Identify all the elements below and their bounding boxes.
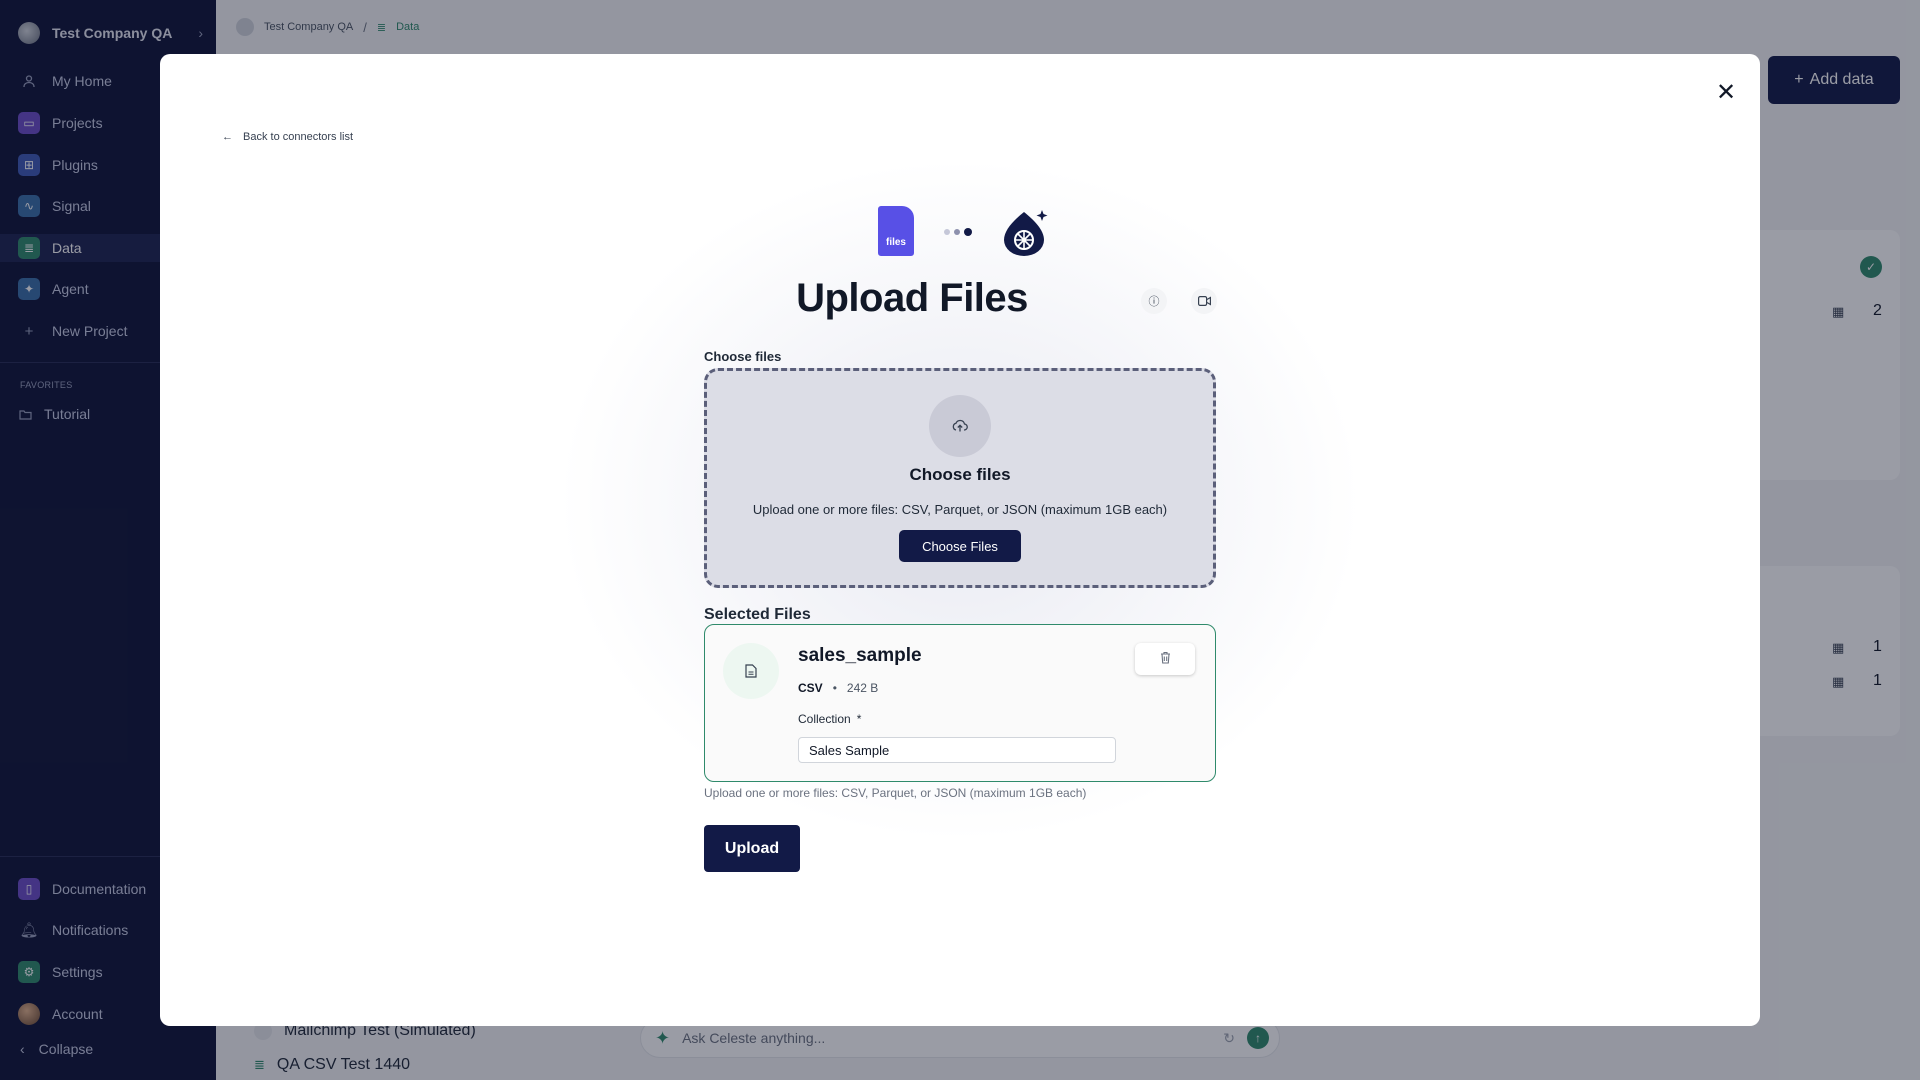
file-type: CSV xyxy=(798,681,823,695)
file-meta: CSV • 242 B xyxy=(798,681,878,695)
close-icon[interactable]: ✕ xyxy=(1708,74,1744,110)
file-size: 242 B xyxy=(846,681,879,695)
delete-file-button[interactable] xyxy=(1135,643,1195,675)
choose-files-button[interactable]: Choose Files xyxy=(899,530,1021,562)
arrow-left-icon: ← xyxy=(222,131,233,143)
connection-dots xyxy=(944,228,972,236)
file-icon xyxy=(723,643,779,699)
collection-input[interactable] xyxy=(798,737,1116,763)
collection-label: Collection * xyxy=(798,712,861,726)
dot xyxy=(944,229,950,235)
file-name: sales_sample xyxy=(798,645,922,666)
back-to-connectors-link[interactable]: ← Back to connectors list xyxy=(222,131,353,143)
dot xyxy=(954,229,960,235)
page-title: Upload Files xyxy=(796,276,1028,320)
trash-icon xyxy=(1160,651,1171,667)
helper-text: Upload one or more files: CSV, Parquet, … xyxy=(704,786,1087,800)
files-icon: files xyxy=(878,206,914,256)
meta-separator: • xyxy=(832,681,837,695)
required-mark: * xyxy=(856,712,862,726)
dot xyxy=(964,228,972,236)
upload-button[interactable]: Upload xyxy=(704,825,800,872)
info-icon[interactable]: ⓘ xyxy=(1141,288,1167,314)
cloud-upload-icon xyxy=(929,395,991,457)
choose-files-label: Choose files xyxy=(704,349,782,364)
video-icon[interactable] xyxy=(1191,288,1217,314)
back-link-label: Back to connectors list xyxy=(243,131,354,143)
dropzone-description: Upload one or more files: CSV, Parquet, … xyxy=(752,502,1168,517)
dropzone-title: Choose files xyxy=(909,465,1011,484)
selected-files-heading: Selected Files xyxy=(704,606,811,623)
collection-label-text: Collection xyxy=(798,712,851,726)
brand-logo-icon xyxy=(1004,210,1048,256)
files-icon-label: files xyxy=(885,237,906,248)
